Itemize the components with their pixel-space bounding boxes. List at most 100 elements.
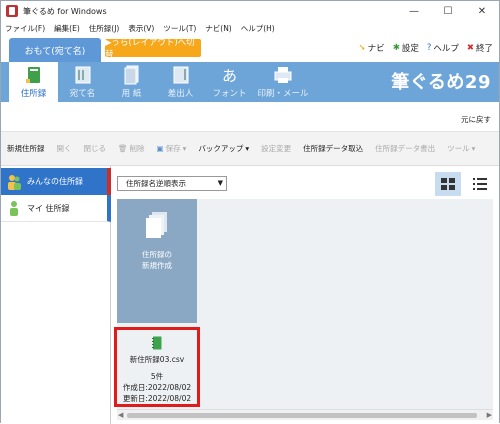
- notebook-icon: [152, 336, 162, 350]
- documents-icon: [146, 212, 167, 238]
- sidebar-item-label: みんなの住所録: [27, 177, 83, 186]
- menu-file[interactable]: ファイル(F): [5, 23, 45, 34]
- close-command[interactable]: 閉じる: [84, 143, 107, 154]
- menu-help[interactable]: ヘルプ(H): [241, 23, 275, 34]
- sort-order-select[interactable]: 住所録名逆順表示 ▼: [117, 176, 227, 191]
- question-icon: ?: [426, 43, 432, 53]
- ribbon-sender-label: 差出人: [167, 89, 194, 99]
- save-label: 保存: [165, 144, 181, 153]
- sidebar-item-label: マイ 住所録: [27, 203, 70, 213]
- list-icon: [473, 178, 487, 190]
- postcard-icon: [75, 66, 90, 84]
- settings-label: 設定: [401, 44, 419, 54]
- sidebar: みんなの住所録 マイ 住所録: [1, 166, 111, 424]
- backup-label: バックアップ: [198, 144, 244, 153]
- minimize-button[interactable]: —: [397, 1, 431, 21]
- menu-view[interactable]: 表示(V): [128, 23, 154, 34]
- addressbook-grid: 住所録の 新規作成 新住所録03.csv 5件 作成日:2022/08/02 更…: [114, 199, 493, 409]
- new-card-line1: 住所録の: [142, 250, 172, 259]
- close-button[interactable]: ✕: [465, 1, 499, 21]
- help-button[interactable]: ? ヘルプ: [427, 42, 459, 54]
- ribbon-paper-label: 用 紙: [121, 89, 142, 99]
- addressbook-name: 新住所録03.csv: [129, 355, 185, 364]
- addressbook-card-csv[interactable]: 新住所録03.csv 5件 作成日:2022/08/02 更新日:2022/08…: [114, 327, 200, 407]
- close-icon: ✖: [466, 43, 474, 53]
- mode-bar: おもて(宛て名) ▶うら(レイアウト)へ切替 ➘ ナビ ✱ 設定 ? ヘルプ ✖…: [1, 35, 499, 62]
- menu-tools[interactable]: ツール(T): [163, 23, 196, 34]
- tools-command[interactable]: ツール ▾: [447, 143, 475, 154]
- settings-change-command[interactable]: 設定変更: [261, 143, 291, 154]
- app-window: 筆ぐるめ for Windows — ☐ ✕ ファイル(F) 編集(E) 住所録…: [0, 0, 500, 424]
- tools-label: ツール: [447, 144, 470, 153]
- ribbon-recipient-label: 宛て名: [69, 89, 96, 99]
- ribbon-font[interactable]: あ フォント: [205, 62, 254, 102]
- grid-view-button[interactable]: [435, 172, 461, 196]
- tab-front-address[interactable]: おもて(宛て名): [9, 38, 101, 62]
- ribbon: 住所録 宛て名 用 紙 差出人 あ フォント 印刷・メール 筆ぐるめ29: [1, 62, 499, 102]
- help-label: ヘルプ: [433, 44, 459, 54]
- save-icon: ▣: [156, 144, 164, 153]
- ribbon-recipient[interactable]: 宛て名: [58, 62, 107, 102]
- sort-order-value: 住所録名逆順表示: [126, 179, 186, 188]
- export-data-command[interactable]: 住所録データ書出: [375, 143, 435, 154]
- record-count: 5件: [150, 372, 164, 381]
- scrollbar-thumb[interactable]: [127, 413, 477, 418]
- new-addressbook-command[interactable]: 新規住所録: [7, 143, 45, 154]
- main-panel: 住所録名逆順表示 ▼ 住所録の 新規作成 新住所録03.csv 5件 作成日:2…: [111, 166, 499, 424]
- menu-addressbook[interactable]: 住所録(J): [89, 23, 120, 34]
- chevron-down-icon: ▾: [245, 144, 250, 153]
- sidebar-item-my-addressbook[interactable]: マイ 住所録: [1, 195, 111, 222]
- subheader: 元に戻す: [1, 102, 499, 132]
- exit-label: 終了: [475, 44, 493, 54]
- undo-link[interactable]: 元に戻す: [461, 114, 491, 125]
- navi-label: ナビ: [367, 44, 385, 54]
- cursor-icon: ➘: [358, 43, 366, 53]
- maximize-button[interactable]: ☐: [431, 1, 465, 21]
- menu-edit[interactable]: 編集(E): [54, 23, 80, 34]
- open-command[interactable]: 開く: [57, 143, 72, 154]
- new-addressbook-card[interactable]: 住所録の 新規作成: [117, 199, 197, 323]
- navi-button[interactable]: ➘ ナビ: [359, 42, 385, 54]
- delete-label: 削除: [129, 144, 145, 153]
- ribbon-sender[interactable]: 差出人: [156, 62, 205, 102]
- save-command[interactable]: ▣ 保存 ▾: [157, 143, 187, 154]
- menu-bar: ファイル(F) 編集(E) 住所録(J) 表示(V) ツール(T) ナビ(N) …: [1, 21, 499, 35]
- title-bar: 筆ぐるめ for Windows — ☐ ✕: [1, 1, 499, 21]
- chevron-down-icon: ▼: [217, 179, 223, 187]
- ribbon-addressbook-label: 住所録: [20, 89, 47, 99]
- app-icon: [6, 5, 18, 17]
- chevron-down-icon: ▾: [182, 144, 187, 153]
- list-view-button[interactable]: [467, 172, 493, 196]
- brand-logo: 筆ぐるめ29: [391, 72, 491, 93]
- import-data-command[interactable]: 住所録データ取込: [303, 143, 363, 154]
- ribbon-paper[interactable]: 用 紙: [107, 62, 156, 102]
- trash-icon: 🗑: [118, 144, 128, 153]
- backup-command[interactable]: バックアップ ▾: [198, 143, 249, 154]
- ribbon-print-mail[interactable]: 印刷・メール: [254, 62, 312, 102]
- ribbon-font-label: フォント: [212, 89, 247, 99]
- font-icon: あ: [221, 67, 237, 85]
- chevron-down-icon: ▾: [471, 144, 476, 153]
- sidebar-item-shared-addressbook[interactable]: みんなの住所録: [1, 168, 111, 195]
- grid-icon: [441, 178, 455, 190]
- ribbon-addressbook[interactable]: 住所録: [9, 62, 58, 102]
- paper-icon: [124, 65, 138, 85]
- exit-button[interactable]: ✖ 終了: [467, 42, 493, 54]
- window-title: 筆ぐるめ for Windows: [23, 6, 107, 16]
- scroll-left-icon[interactable]: ◀: [118, 411, 123, 419]
- person-icon: [10, 201, 18, 216]
- delete-command[interactable]: 🗑 削除: [118, 143, 145, 154]
- settings-button[interactable]: ✱ 設定: [393, 42, 419, 54]
- gear-icon: ✱: [392, 43, 400, 53]
- people-icon: [8, 174, 21, 190]
- switch-to-back-button[interactable]: ▶うら(レイアウト)へ切替: [105, 38, 201, 60]
- scroll-right-icon[interactable]: ▶: [487, 411, 492, 419]
- new-card-line2: 新規作成: [142, 261, 172, 270]
- addressbook-icon: [25, 67, 40, 83]
- updated-date: 更新日:2022/08/02: [122, 394, 192, 403]
- ribbon-print-label: 印刷・メール: [257, 89, 309, 99]
- printer-icon: [274, 67, 292, 83]
- menu-navi[interactable]: ナビ(N): [205, 23, 231, 34]
- horizontal-scrollbar[interactable]: ◀ ▶: [117, 409, 493, 420]
- sender-icon: [173, 66, 188, 84]
